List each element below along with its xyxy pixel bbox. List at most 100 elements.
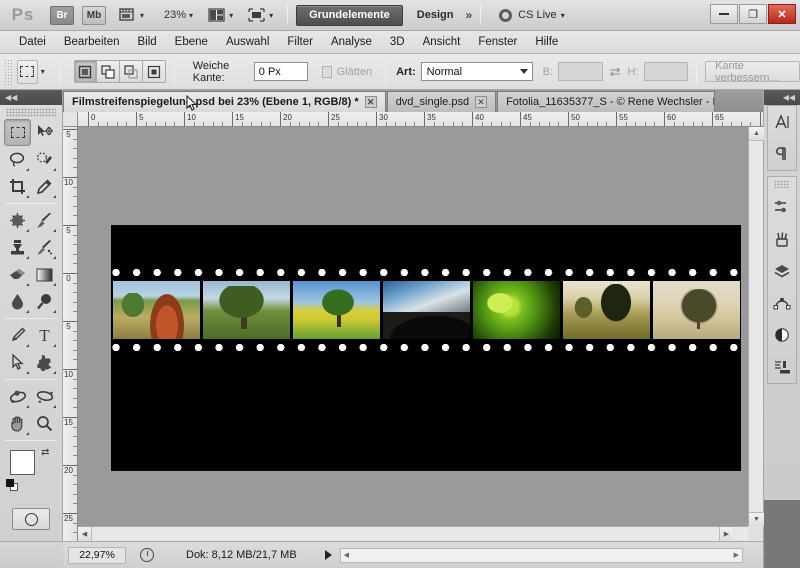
toolbox-collapse-button[interactable]: ◀◀ bbox=[0, 90, 62, 105]
menu-ansicht[interactable]: Ansicht bbox=[414, 34, 470, 50]
scroll-right-arrow[interactable]: ▶ bbox=[719, 527, 733, 541]
menu-bearbeiten[interactable]: Bearbeiten bbox=[55, 34, 129, 50]
menu-datei[interactable]: Datei bbox=[10, 34, 55, 50]
status-menu-button[interactable] bbox=[324, 550, 332, 560]
style-select[interactable]: Normal bbox=[420, 62, 533, 81]
status-zoom-field[interactable]: 22,97% bbox=[68, 546, 126, 564]
close-icon[interactable]: ✕ bbox=[475, 96, 488, 108]
tool-eyedropper[interactable] bbox=[31, 173, 58, 200]
feather-input[interactable]: 0 Px bbox=[253, 62, 308, 81]
menu-auswahl[interactable]: Auswahl bbox=[217, 34, 278, 50]
tool-custom-shape[interactable] bbox=[31, 349, 58, 376]
dock-drag-handle[interactable] bbox=[774, 180, 790, 188]
tool-path-selection[interactable] bbox=[4, 349, 31, 376]
swap-colors-icon[interactable]: ⇄ bbox=[41, 447, 49, 458]
tool-spot-healing-brush[interactable] bbox=[4, 207, 31, 234]
options-bar-grip[interactable] bbox=[4, 58, 12, 85]
antialias-checkbox[interactable] bbox=[321, 65, 332, 78]
width-input[interactable] bbox=[558, 62, 603, 81]
tool-brush[interactable] bbox=[31, 207, 58, 234]
tool-lasso[interactable] bbox=[4, 146, 31, 173]
add-to-selection-button[interactable] bbox=[96, 60, 120, 83]
minimize-button[interactable] bbox=[710, 4, 738, 24]
scroll-left-arrow[interactable]: ◀ bbox=[78, 527, 92, 541]
toolbox-drag-handle[interactable] bbox=[6, 108, 56, 117]
tool-blur[interactable] bbox=[4, 288, 31, 315]
paths-panel-button[interactable] bbox=[768, 287, 796, 319]
adjustments-panel-button[interactable] bbox=[768, 191, 796, 223]
tool-gradient[interactable] bbox=[31, 261, 58, 288]
menu-filter[interactable]: Filter bbox=[278, 34, 322, 50]
ruler-origin-box[interactable] bbox=[63, 112, 78, 127]
tool-pen[interactable] bbox=[4, 322, 31, 349]
subtract-from-selection-button[interactable] bbox=[119, 60, 143, 83]
styles-panel-button[interactable] bbox=[768, 351, 796, 383]
document-tab-dvd-single[interactable]: dvd_single.psd ✕ bbox=[386, 91, 497, 112]
paragraph-panel-button[interactable] bbox=[768, 138, 796, 170]
tool-preset-caret[interactable]: ▾ bbox=[41, 67, 45, 76]
character-panel-button[interactable] bbox=[768, 106, 796, 138]
vertical-scrollbar[interactable]: ▲ ▼ bbox=[748, 127, 764, 526]
cs-live-button[interactable]: CS Live ▾ bbox=[499, 8, 565, 22]
intersect-with-selection-button[interactable] bbox=[142, 60, 166, 83]
new-selection-button[interactable] bbox=[73, 60, 97, 83]
timing-icon[interactable] bbox=[140, 548, 154, 562]
close-icon[interactable]: ✕ bbox=[364, 96, 377, 108]
tool-zoom[interactable] bbox=[31, 410, 58, 437]
dock-collapse-button[interactable]: ◀◀ bbox=[764, 90, 800, 105]
document-canvas[interactable] bbox=[111, 225, 741, 471]
active-tool-preview[interactable] bbox=[16, 59, 38, 84]
horizontal-ruler[interactable]: 0 5 10 15 20 25 30 35 40 45 50 55 60 65 70 bbox=[63, 112, 763, 127]
launch-bridge-button[interactable]: Br bbox=[50, 5, 74, 25]
document-viewport[interactable] bbox=[78, 127, 748, 526]
status-scroll-track[interactable]: ◀ ▶ bbox=[339, 547, 743, 563]
workspace-overflow-button[interactable]: » bbox=[465, 8, 472, 22]
tool-rotate-3d-object[interactable] bbox=[4, 383, 31, 410]
scroll-down-arrow[interactable]: ▼ bbox=[749, 512, 764, 526]
brush-panel-button[interactable] bbox=[768, 223, 796, 255]
menu-ebene[interactable]: Ebene bbox=[166, 34, 217, 50]
tool-crop[interactable] bbox=[4, 173, 31, 200]
scroll-up-arrow[interactable]: ▲ bbox=[749, 127, 764, 141]
screen-mode-caret[interactable]: ▾ bbox=[269, 11, 273, 20]
tool-rectangular-marquee[interactable] bbox=[4, 119, 31, 146]
launch-mini-bridge-button[interactable]: Mb bbox=[82, 5, 106, 25]
height-input[interactable] bbox=[643, 62, 689, 81]
tool-clone-stamp[interactable] bbox=[4, 234, 31, 261]
default-colors-icon[interactable] bbox=[6, 479, 18, 491]
tool-history-brush[interactable] bbox=[31, 234, 58, 261]
close-button[interactable]: ✕ bbox=[768, 4, 796, 24]
layers-panel-button[interactable] bbox=[768, 255, 796, 287]
status-scroll-left-arrow[interactable]: ◀ bbox=[344, 551, 349, 559]
masks-panel-button[interactable] bbox=[768, 319, 796, 351]
vertical-ruler[interactable]: 5 10 5 0 5 10 15 20 25 bbox=[63, 127, 78, 541]
tool-hand[interactable] bbox=[4, 410, 31, 437]
document-tab-filmstreifenspiegelung[interactable]: Filmstreifenspiegelung.psd bei 23% (Eben… bbox=[63, 91, 386, 112]
menu-bild[interactable]: Bild bbox=[128, 34, 165, 50]
arrange-documents-icon[interactable] bbox=[206, 6, 226, 24]
quick-mask-button[interactable] bbox=[12, 508, 50, 530]
horizontal-scrollbar[interactable]: ◀ ▶ bbox=[78, 526, 748, 541]
tool-move[interactable] bbox=[31, 119, 58, 146]
restore-button[interactable]: ❐ bbox=[739, 4, 767, 24]
document-tab-fotolia[interactable]: Fotolia_11635377_S - © Rene Wechsler - F bbox=[497, 91, 716, 112]
swap-dimensions-icon[interactable]: ⇄ bbox=[610, 64, 621, 80]
menu-hilfe[interactable]: Hilfe bbox=[526, 34, 567, 50]
foreground-color-swatch[interactable] bbox=[10, 450, 35, 475]
workspace-design-button[interactable]: Design bbox=[417, 9, 454, 21]
tool-quick-selection[interactable] bbox=[31, 146, 58, 173]
tool-horizontal-type[interactable]: T bbox=[31, 322, 58, 349]
tool-dodge[interactable] bbox=[31, 288, 58, 315]
menu-fenster[interactable]: Fenster bbox=[469, 34, 526, 50]
workspace-essentials-button[interactable]: Grundelemente bbox=[296, 4, 403, 26]
screen-mode-icon[interactable] bbox=[246, 6, 266, 24]
menu-3d[interactable]: 3D bbox=[381, 34, 414, 50]
arrange-documents-caret[interactable]: ▾ bbox=[229, 11, 233, 20]
refine-edge-button[interactable]: Kante verbessern... bbox=[705, 60, 800, 84]
view-extras-icon[interactable] bbox=[117, 6, 137, 24]
status-scroll-right-arrow[interactable]: ▶ bbox=[734, 551, 739, 559]
tool-eraser[interactable] bbox=[4, 261, 31, 288]
tool-orbit-3d-camera[interactable] bbox=[31, 383, 58, 410]
view-extras-caret[interactable]: ▾ bbox=[140, 11, 144, 20]
menu-analyse[interactable]: Analyse bbox=[322, 34, 381, 50]
